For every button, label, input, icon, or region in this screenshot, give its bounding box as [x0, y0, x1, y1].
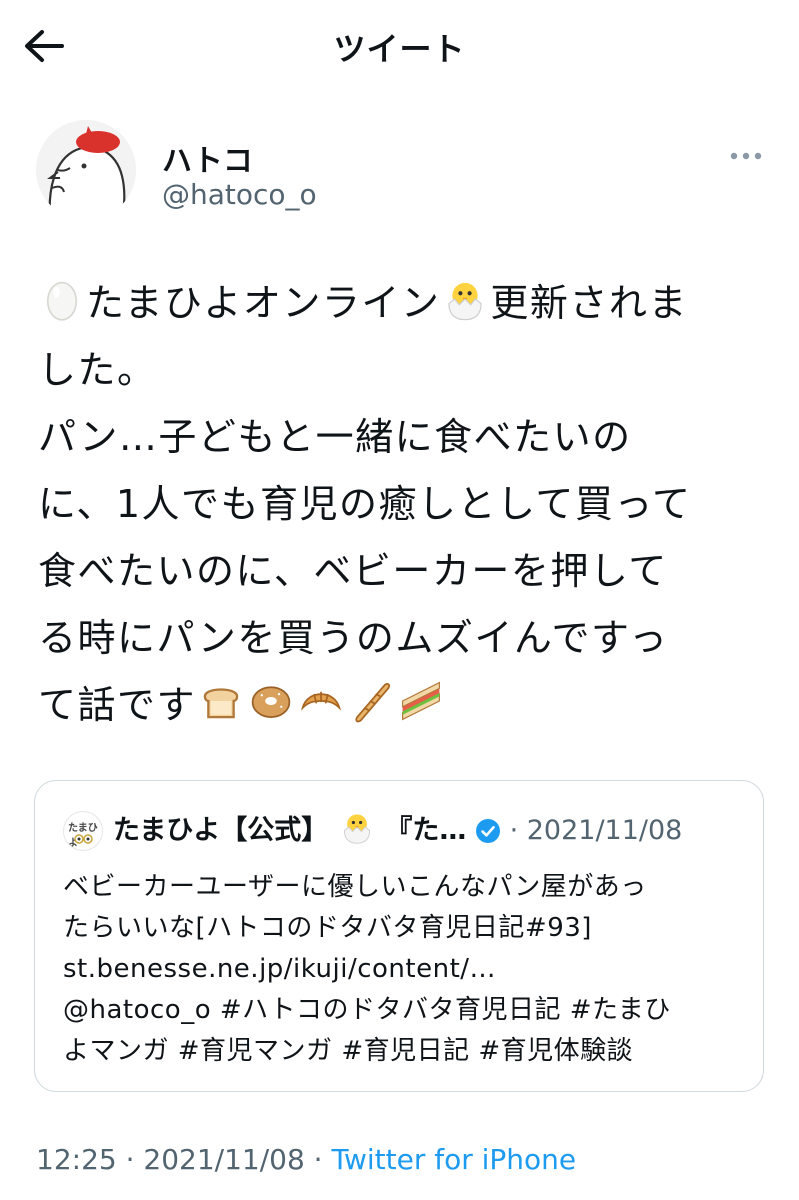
tweet-text-segment: たまひよオンライン	[86, 281, 441, 325]
tweet-text-segment: に、1人でも育児の癒しとして買って	[38, 482, 692, 526]
eyes-icon	[74, 834, 93, 844]
tweet-text-line: る時にパンを買うのムズイんですっ	[38, 605, 768, 672]
top-bar: ツイート	[0, 0, 799, 95]
bagel-icon	[248, 678, 294, 745]
author-name[interactable]: ハトコ	[162, 136, 253, 180]
tweet-text-segment: る時にパンを買うのムズイんですっ	[38, 616, 669, 660]
author-handle[interactable]: @hatoco_o	[162, 178, 317, 211]
page-title: ツイート	[333, 30, 466, 68]
tweet-timestamp: 12:25 · 2021/11/08 ·	[36, 1143, 332, 1176]
quoted-tweet-card[interactable]: たまひよ たまひよ【公式】 『た… · 2021/11/08 ベビーカーユーザー…	[34, 780, 764, 1092]
quoted-author-avatar: たまひよ	[63, 811, 103, 851]
tweet-text-segment: した。	[38, 348, 157, 392]
tweet-text-line: した。	[38, 337, 768, 404]
quoted-text-line: st.benesse.ne.jp/ikuji/content/…	[63, 954, 497, 984]
hatching-chick-icon	[442, 276, 488, 343]
quoted-text-line: よマンガ #育児マンガ #育児日記 #育児体験談	[63, 1036, 634, 1066]
tweet-meta: 12:25 · 2021/11/08 · Twitter for iPhone	[36, 1143, 576, 1176]
baguette-icon	[348, 678, 394, 745]
quoted-header: たまひよ【公式】 『た… · 2021/11/08	[113, 809, 682, 857]
tweet-text-segment: パン…子どもと一緒に食べたいの	[38, 415, 632, 459]
chicken-avatar-icon	[36, 120, 136, 220]
tweet-text: たまひよオンライン 更新されました。パン…子どもと一緒に食べたいのに、1人でも育児…	[38, 270, 768, 739]
tweet-text-line: 食べたいのに、ベビーカーを押して	[38, 538, 768, 605]
quoted-text-line: たらいいな[ハトコのドタバタ育児日記#93]	[63, 913, 592, 943]
sandwich-icon	[398, 678, 444, 745]
egg-icon	[40, 276, 84, 343]
tweet-detail-page: ツイート ハトコ @hatoco_o たまひよオンライン 更新されました。パン…子…	[0, 0, 799, 1200]
author-avatar[interactable]	[36, 120, 136, 220]
quoted-date: · 2021/11/08	[509, 815, 683, 846]
bread-icon	[198, 678, 244, 745]
quoted-text-line: ベビーカーユーザーに優しいこんなパン屋があっ	[63, 872, 647, 902]
tweet-text-segment: 更新されま	[490, 281, 688, 325]
quoted-text-line: @hatoco_o #ハトコのドタバタ育児日記 #たまひ	[63, 995, 671, 1025]
tweet-text-segment: 食べたいのに、ベビーカーを押して	[38, 549, 668, 593]
tweet-text-segment: て話です	[38, 683, 197, 727]
quoted-author-name: たまひよ【公式】	[113, 815, 329, 846]
hatching-chick-icon	[339, 809, 375, 857]
tweet-text-line: たまひよオンライン 更新されま	[38, 270, 768, 337]
tweet-text-line: パン…子どもと一緒に食べたいの	[38, 404, 768, 471]
tweet-text-line: に、1人でも育児の癒しとして買って	[38, 471, 768, 538]
quoted-text: ベビーカーユーザーに優しいこんなパン屋があっ たらいいな[ハトコのドタバタ育児日記…	[63, 867, 743, 1072]
tweet-text-line: て話です	[38, 672, 768, 739]
croissant-icon	[298, 678, 344, 745]
ellipsis-icon	[730, 152, 762, 160]
more-options-button[interactable]	[724, 142, 768, 170]
verified-badge-icon	[475, 816, 501, 856]
quoted-author-name-rest: 『た…	[385, 815, 467, 846]
tweet-source-link[interactable]: Twitter for iPhone	[331, 1143, 576, 1176]
